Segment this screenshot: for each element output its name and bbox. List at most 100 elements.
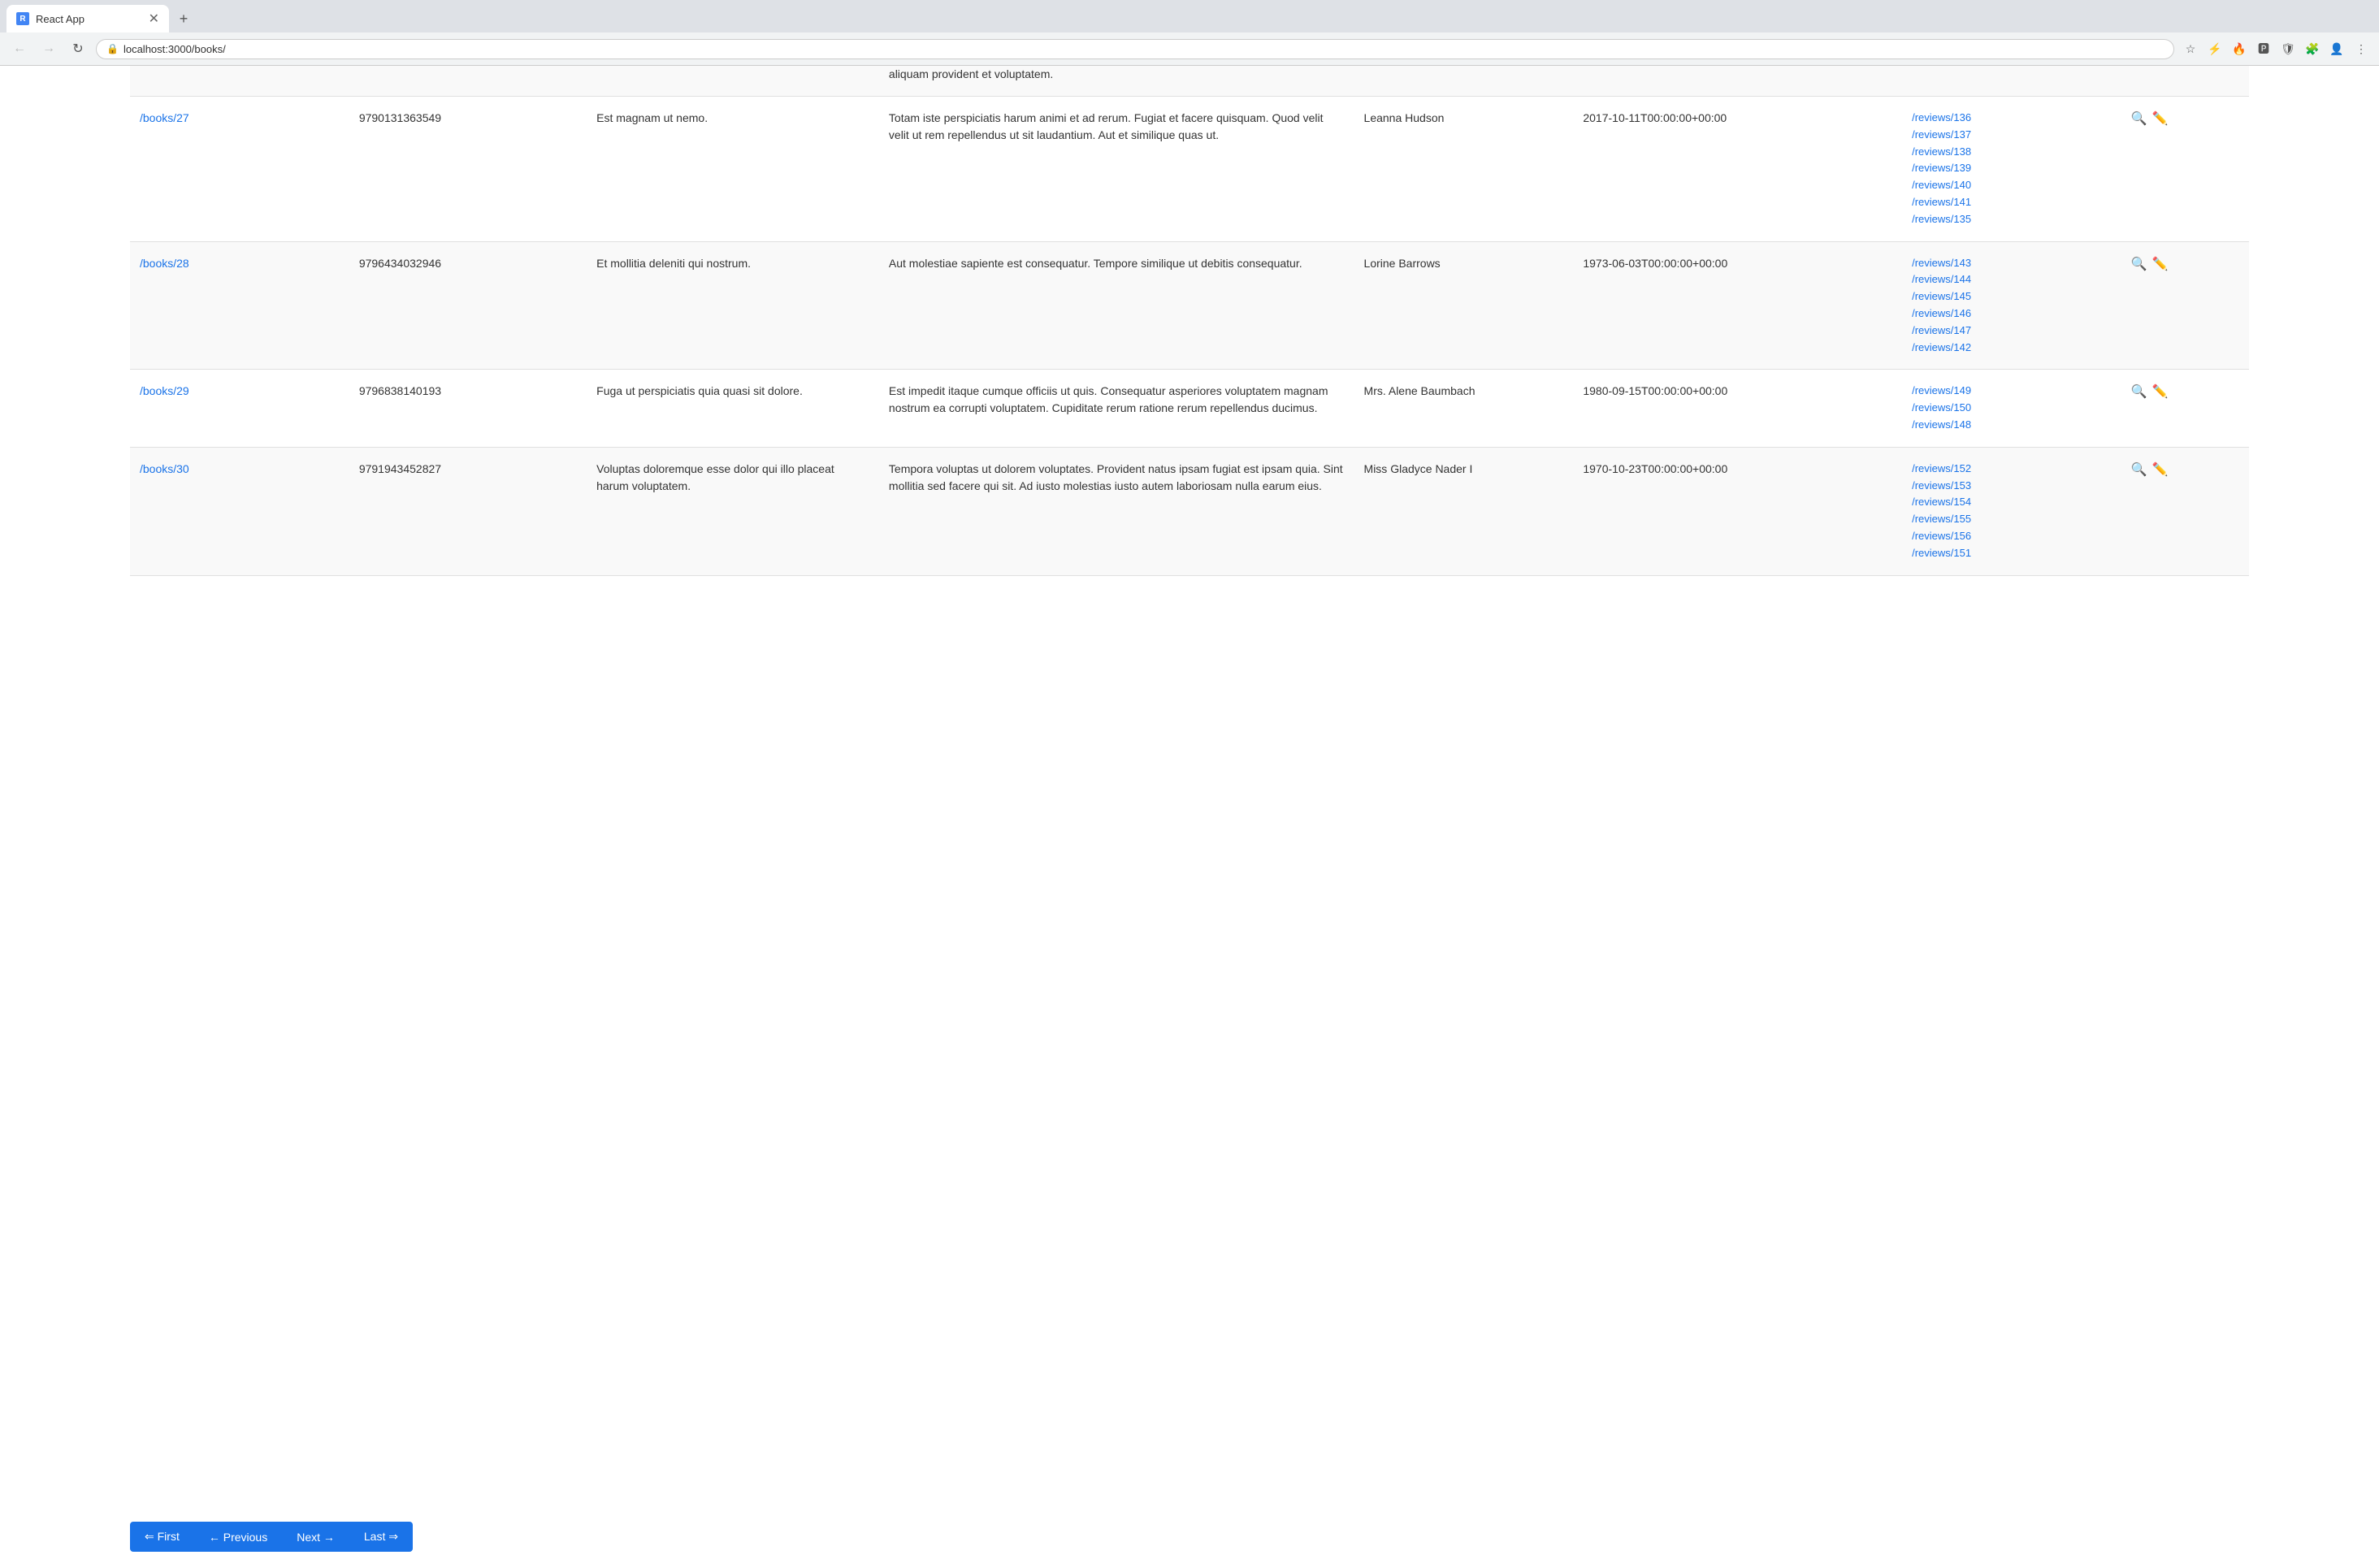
- book-author-cell: Lorine Barrows: [1354, 241, 1574, 370]
- book-description-cell: Aut molestiae sapiente est consequatur. …: [879, 241, 1354, 370]
- active-tab[interactable]: R React App ✕: [6, 5, 169, 32]
- tab-title: React App: [36, 13, 84, 25]
- book-description: Est impedit itaque cumque officiis ut qu…: [889, 384, 1328, 414]
- book-description-cell: Est impedit itaque cumque officiis ut qu…: [879, 370, 1354, 447]
- book-isbn-cell: 9796838140193: [349, 370, 587, 447]
- tab-bar: R React App ✕ +: [0, 0, 2379, 32]
- profile-icon[interactable]: 👤: [2327, 39, 2346, 58]
- search-icon[interactable]: 🔍: [2131, 383, 2147, 402]
- partial-description-cell: aliquam provident et voluptatem.: [879, 66, 1354, 97]
- partial-isbn-cell: [349, 66, 587, 97]
- book-url-link[interactable]: /books/30: [140, 462, 189, 475]
- book-actions-cell: 🔍 ✏️: [2121, 97, 2249, 242]
- edit-icon[interactable]: ✏️: [2152, 383, 2169, 402]
- first-button[interactable]: ⇐ First: [130, 1522, 194, 1552]
- book-author-cell: Leanna Hudson: [1354, 97, 1574, 242]
- edit-icon[interactable]: ✏️: [2152, 255, 2169, 275]
- book-date: 2017-10-11T00:00:00+00:00: [1583, 111, 1727, 124]
- book-url-link[interactable]: /books/27: [140, 111, 189, 124]
- nav-bar: ← → ↻ 🔒 localhost:3000/books/ ☆ ⚡ 🔥 🅿 🛡 …: [0, 32, 2379, 65]
- url-text: localhost:3000/books/: [124, 43, 226, 55]
- review-link[interactable]: /reviews/148: [1912, 417, 2112, 434]
- book-reviews-cell: /reviews/136 /reviews/137 /reviews/138 /…: [1902, 97, 2121, 242]
- review-link[interactable]: /reviews/155: [1912, 511, 2112, 528]
- book-isbn-cell: 9790131363549: [349, 97, 587, 242]
- partial-table-row: aliquam provident et voluptatem.: [130, 66, 2249, 97]
- reload-button[interactable]: ↻: [67, 37, 89, 60]
- review-link[interactable]: /reviews/136: [1912, 110, 2112, 127]
- book-description-cell: Tempora voluptas ut dolorem voluptates. …: [879, 447, 1354, 575]
- review-link[interactable]: /reviews/144: [1912, 271, 2112, 288]
- review-link[interactable]: /reviews/142: [1912, 340, 2112, 357]
- book-author-cell: Miss Gladyce Nader I: [1354, 447, 1574, 575]
- partial-url-cell: [130, 66, 349, 97]
- close-tab-button[interactable]: ✕: [149, 11, 159, 27]
- review-link[interactable]: /reviews/146: [1912, 305, 2112, 323]
- book-isbn-cell: 9796434032946: [349, 241, 587, 370]
- edit-icon[interactable]: ✏️: [2152, 110, 2169, 129]
- menu-button[interactable]: ⋮: [2351, 39, 2371, 58]
- book-title-cell: Est magnam ut nemo.: [587, 97, 879, 242]
- extension-icon[interactable]: 🧩: [2303, 39, 2322, 58]
- next-button[interactable]: Next →: [282, 1522, 349, 1552]
- review-link[interactable]: /reviews/140: [1912, 177, 2112, 194]
- edit-icon[interactable]: ✏️: [2152, 461, 2169, 480]
- new-tab-button[interactable]: +: [172, 7, 195, 30]
- review-link[interactable]: /reviews/147: [1912, 323, 2112, 340]
- partial-description-text: aliquam provident et voluptatem.: [889, 67, 1053, 80]
- review-link[interactable]: /reviews/149: [1912, 383, 2112, 400]
- review-link[interactable]: /reviews/156: [1912, 528, 2112, 545]
- review-link[interactable]: /reviews/145: [1912, 288, 2112, 305]
- last-button[interactable]: Last ⇒: [349, 1522, 413, 1552]
- book-title-cell: Et mollitia deleniti qui nostrum.: [587, 241, 879, 370]
- book-url-cell: /books/30: [130, 447, 349, 575]
- address-bar[interactable]: 🔒 localhost:3000/books/: [96, 39, 2174, 59]
- partial-date-cell: [1573, 66, 1902, 97]
- book-isbn-cell: 9791943452827: [349, 447, 587, 575]
- review-link[interactable]: /reviews/154: [1912, 494, 2112, 511]
- book-author: Mrs. Alene Baumbach: [1364, 384, 1476, 397]
- search-icon[interactable]: 🔍: [2131, 461, 2147, 480]
- review-link[interactable]: /reviews/150: [1912, 400, 2112, 417]
- pocket-icon[interactable]: 🅿: [2254, 39, 2273, 58]
- books-table: aliquam provident et voluptatem. /books/…: [130, 66, 2249, 576]
- review-link[interactable]: /reviews/137: [1912, 127, 2112, 144]
- shield-icon[interactable]: 🛡: [2278, 39, 2298, 58]
- book-reviews-cell: /reviews/143 /reviews/144 /reviews/145 /…: [1902, 241, 2121, 370]
- book-description: Aut molestiae sapiente est consequatur. …: [889, 257, 1302, 270]
- review-link[interactable]: /reviews/143: [1912, 255, 2112, 272]
- book-title: Et mollitia deleniti qui nostrum.: [596, 257, 751, 270]
- book-date-cell: 1970-10-23T00:00:00+00:00: [1573, 447, 1902, 575]
- book-description-cell: Totam iste perspiciatis harum animi et a…: [879, 97, 1354, 242]
- forward-button[interactable]: →: [37, 37, 60, 60]
- action-icons: 🔍 ✏️: [2131, 461, 2239, 480]
- previous-button[interactable]: ← Previous: [194, 1522, 282, 1552]
- book-title: Est magnam ut nemo.: [596, 111, 708, 124]
- book-url-link[interactable]: /books/28: [140, 257, 189, 270]
- bookmark-icon[interactable]: ☆: [2181, 39, 2200, 58]
- fire-icon[interactable]: 🔥: [2230, 39, 2249, 58]
- book-url-link[interactable]: /books/29: [140, 384, 189, 397]
- table-row: /books/28 9796434032946 Et mollitia dele…: [130, 241, 2249, 370]
- review-link[interactable]: /reviews/153: [1912, 478, 2112, 495]
- review-link[interactable]: /reviews/141: [1912, 194, 2112, 211]
- table-row: /books/27 9790131363549 Est magnam ut ne…: [130, 97, 2249, 242]
- book-date-cell: 1980-09-15T00:00:00+00:00: [1573, 370, 1902, 447]
- book-description: Totam iste perspiciatis harum animi et a…: [889, 111, 1324, 141]
- review-link[interactable]: /reviews/151: [1912, 545, 2112, 562]
- book-actions-cell: 🔍 ✏️: [2121, 241, 2249, 370]
- search-icon[interactable]: 🔍: [2131, 255, 2147, 275]
- book-date-cell: 1973-06-03T00:00:00+00:00: [1573, 241, 1902, 370]
- table-row: /books/30 9791943452827 Voluptas dolorem…: [130, 447, 2249, 575]
- book-isbn: 9796434032946: [359, 257, 441, 270]
- lightning-icon[interactable]: ⚡: [2205, 39, 2225, 58]
- search-icon[interactable]: 🔍: [2131, 110, 2147, 129]
- back-button[interactable]: ←: [8, 37, 31, 60]
- review-link[interactable]: /reviews/135: [1912, 211, 2112, 228]
- book-title-cell: Voluptas doloremque esse dolor qui illo …: [587, 447, 879, 575]
- review-link[interactable]: /reviews/152: [1912, 461, 2112, 478]
- review-link[interactable]: /reviews/138: [1912, 144, 2112, 161]
- tab-favicon: R: [16, 12, 29, 25]
- review-link[interactable]: /reviews/139: [1912, 160, 2112, 177]
- book-isbn: 9790131363549: [359, 111, 441, 124]
